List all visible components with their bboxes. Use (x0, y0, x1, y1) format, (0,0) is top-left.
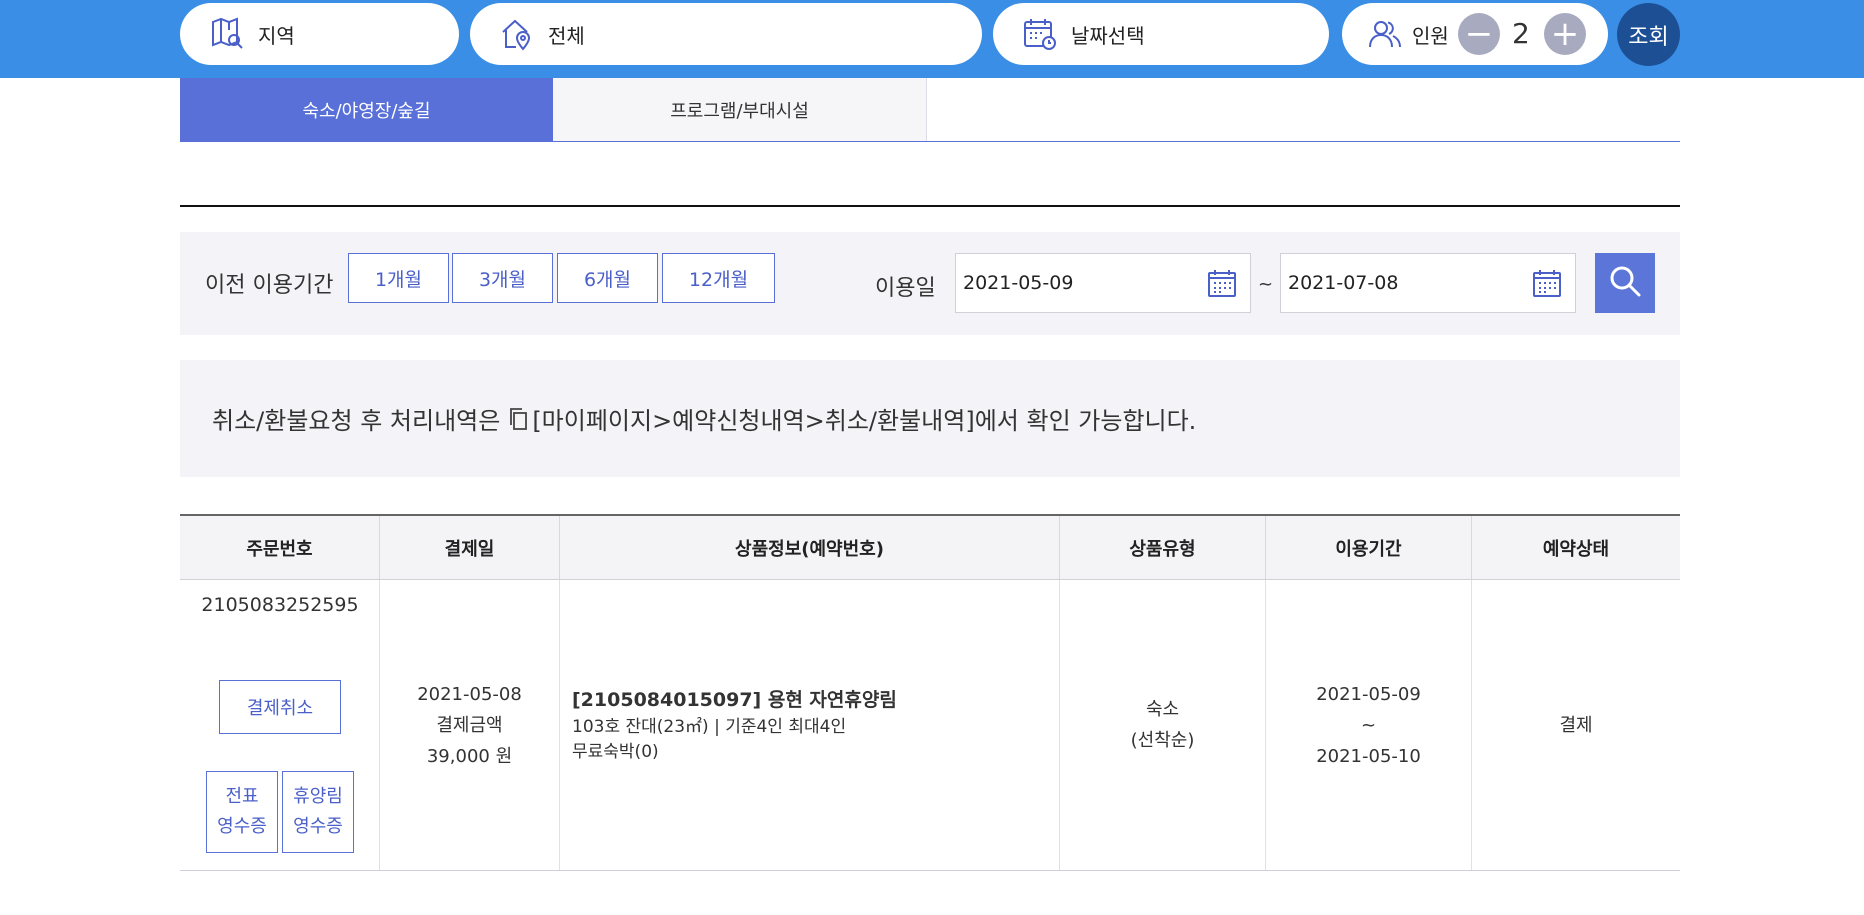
cancel-payment-button[interactable]: 결제취소 (219, 680, 341, 734)
table-header: 주문번호 결제일 상품정보(예약번호) 상품유형 이용기간 예약상태 (180, 516, 1680, 580)
pay-date: 2021-05-08 (417, 683, 522, 705)
search-button[interactable] (1595, 253, 1655, 313)
minus-button[interactable]: − (1458, 13, 1500, 55)
order-cell: 2105083252595 결제취소 전표 영수증 휴양림 영수증 (180, 580, 380, 870)
order-number: 2105083252595 (201, 594, 359, 616)
people-count: 2 (1512, 17, 1530, 50)
area-selector[interactable]: 전체 (470, 3, 982, 65)
amount-label: 결제금액 (436, 714, 503, 736)
period-separator: ~ (1360, 714, 1377, 736)
header-pay-date: 결제일 (380, 516, 560, 579)
use-date-label: 이용일 (875, 276, 936, 301)
forest-receipt-button[interactable]: 휴양림 영수증 (282, 771, 354, 853)
slip-receipt-line1: 전표 (225, 786, 259, 807)
period-6-month-button[interactable]: 6개월 (557, 253, 658, 303)
filter-panel: 이전 이용기간 1개월 3개월 6개월 12개월 이용일 2021-05-09 … (180, 232, 1680, 335)
forest-receipt-line1: 휴양림 (293, 786, 343, 807)
product-type-note: (선착순) (1130, 730, 1195, 751)
category-tabs: 숙소/야영장/숲길 프로그램/부대시설 (180, 78, 1680, 142)
header-order-no: 주문번호 (180, 516, 380, 579)
use-period-cell: 2021-05-09 ~ 2021-05-10 (1266, 580, 1472, 870)
top-search-button[interactable]: 조회 (1617, 3, 1680, 66)
period-12-month-button[interactable]: 12개월 (662, 253, 775, 303)
prev-period-label: 이전 이용기간 (205, 273, 334, 298)
refund-notice: 취소/환불요청 후 처리내역은 [마이페이지>예약신청내역>취소/환불내역]에서… (180, 360, 1680, 477)
product-type-cell: 숙소 (선착순) (1060, 580, 1266, 870)
tab-lodging[interactable]: 숙소/야영장/숲길 (180, 78, 553, 141)
date-range-tilde: ~ (1258, 274, 1274, 295)
table-row: 2105083252595 결제취소 전표 영수증 휴양림 영수증 2021-0… (180, 580, 1680, 871)
product-type: 숙소 (1145, 699, 1180, 720)
map-icon (208, 15, 246, 53)
search-icon (1608, 264, 1642, 302)
start-date-value: 2021-05-09 (963, 272, 1074, 294)
region-selector[interactable]: 지역 (180, 3, 459, 65)
forest-receipt-line2: 영수증 (293, 816, 343, 837)
top-search-bar: 지역 전체 날짜선택 인원 − 2 + 조회 (0, 0, 1864, 78)
end-date-field[interactable]: 2021-07-08 (1280, 253, 1576, 313)
product-name: [2105084015097] 용현 자연휴양림 (572, 689, 897, 711)
area-label: 전체 (548, 23, 585, 48)
status-cell: 결제 (1472, 580, 1680, 870)
section-divider (180, 205, 1680, 207)
end-date-value: 2021-07-08 (1288, 272, 1399, 294)
period-start: 2021-05-09 (1316, 683, 1421, 705)
header-status: 예약상태 (1542, 538, 1610, 560)
header-product-type: 상품유형 (1060, 516, 1266, 579)
date-label: 날짜선택 (1071, 23, 1145, 48)
product-extra: 무료숙박(0) (572, 742, 659, 762)
tab-program[interactable]: 프로그램/부대시설 (553, 78, 927, 141)
order-table: 주문번호 결제일 상품정보(예약번호) 상품유형 이용기간 예약상태 21050… (180, 514, 1680, 871)
calendar-clock-icon (1021, 15, 1059, 53)
home-pin-icon (498, 15, 536, 53)
period-end: 2021-05-10 (1316, 745, 1421, 767)
notice-prefix: 취소/환불요청 후 처리내역은 (212, 407, 501, 435)
region-label: 지역 (258, 23, 295, 48)
copy-icon (508, 407, 528, 431)
period-1-month-button[interactable]: 1개월 (348, 253, 449, 303)
start-date-field[interactable]: 2021-05-09 (955, 253, 1251, 313)
pay-date-cell: 2021-05-08 결제금액 39,000 원 (380, 580, 560, 870)
people-label: 인원 (1412, 23, 1449, 48)
calendar-icon[interactable] (1531, 267, 1563, 299)
header-use-period: 이용기간 (1266, 516, 1472, 579)
product-cell: [2105084015097] 용현 자연휴양림 103호 잔대(23㎡) | … (560, 580, 1060, 870)
people-icon (1366, 15, 1404, 53)
slip-receipt-button[interactable]: 전표 영수증 (206, 771, 278, 853)
product-detail: 103호 잔대(23㎡) | 기준4인 최대4인 (572, 717, 847, 737)
amount: 39,000 원 (426, 745, 513, 767)
notice-path: [마이페이지>예약신청내역>취소/환불내역]에서 확인 가능합니다. (532, 407, 1197, 435)
people-selector: 인원 − 2 + (1342, 3, 1608, 65)
date-selector[interactable]: 날짜선택 (993, 3, 1329, 65)
header-product-info: 상품정보(예약번호) (560, 516, 1060, 579)
period-3-month-button[interactable]: 3개월 (452, 253, 553, 303)
plus-button[interactable]: + (1544, 13, 1586, 55)
slip-receipt-line2: 영수증 (217, 816, 267, 837)
status-text: 결제 (1559, 714, 1593, 736)
calendar-icon[interactable] (1206, 267, 1238, 299)
